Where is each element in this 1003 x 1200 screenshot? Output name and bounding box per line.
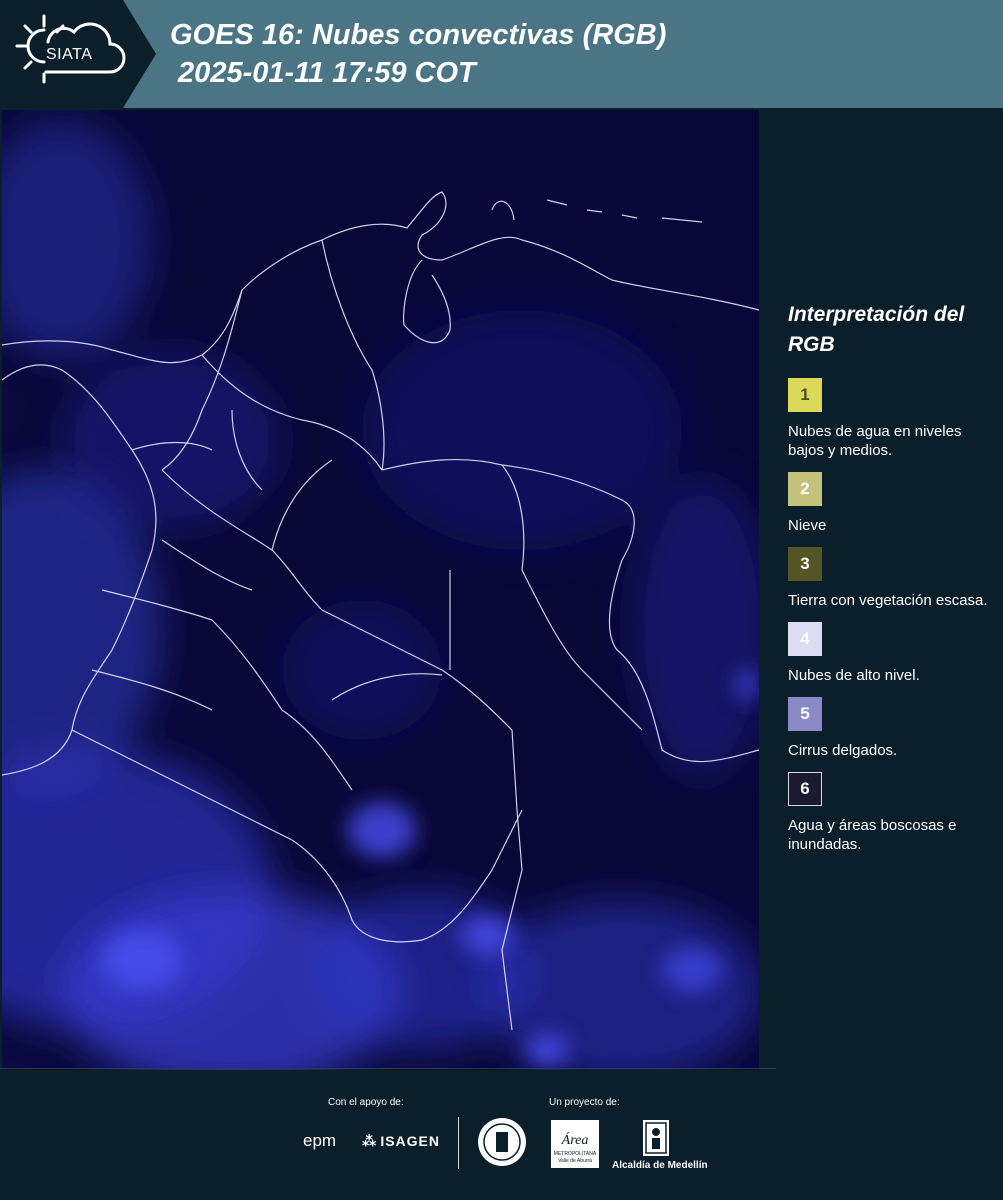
- legend-list: 1 Nubes de agua en niveles bajos y medios…: [788, 378, 988, 854]
- legend-label: Agua y áreas boscosas e inundadas.: [788, 817, 957, 853]
- area-logo-word: Área: [561, 1131, 589, 1148]
- legend-item: 5 Cirrus delgados.: [788, 697, 988, 760]
- area-metropolitana-mark: Área METROPOLITANA Valle de Aburrá: [554, 1131, 597, 1164]
- footer-divider: [458, 1117, 459, 1169]
- project-label: Un proyecto de:: [549, 1097, 620, 1108]
- logo-text: SIATA: [46, 46, 93, 63]
- legend-item: 2 Nieve: [788, 472, 988, 535]
- alcaldia-crest: [645, 1122, 667, 1154]
- legend-label: Nubes de agua en niveles bajos y medios.: [788, 423, 962, 459]
- legend-item: 3 Tierra con vegetación escasa.: [788, 547, 988, 610]
- area-logo-sub1: METROPOLITANA: [554, 1151, 597, 1157]
- cloud-cover: [2, 120, 759, 1070]
- satellite-map: [2, 110, 759, 1070]
- area-logo-sub2: Valle de Aburrá: [558, 1158, 592, 1164]
- legend-swatch: 6: [788, 772, 822, 806]
- legend-item: 1 Nubes de agua en niveles bajos y medios…: [788, 378, 988, 460]
- isagen-label: ISAGEN: [380, 1133, 441, 1149]
- area-metropolitana-logo: Área METROPOLITANA Valle de Aburrá: [551, 1120, 599, 1168]
- medellin-seal-icon: [478, 1118, 526, 1166]
- footer-separator: [0, 1068, 776, 1069]
- legend-label: Nieve: [788, 517, 827, 534]
- legend-label: Cirrus delgados.: [788, 742, 898, 759]
- support-label: Con el apoyo de:: [328, 1097, 404, 1108]
- legend-label: Nubes de alto nivel.: [788, 667, 920, 684]
- legend-swatch: 2: [788, 472, 822, 506]
- page-title: GOES 16: Nubes convectivas (RGB) 2025-01…: [170, 19, 667, 89]
- map-image: [2, 120, 759, 1070]
- alcaldia-shield-icon: [643, 1120, 669, 1156]
- legend-item: 6 Agua y áreas boscosas e inundadas.: [788, 772, 988, 854]
- legend-swatch: 4: [788, 622, 822, 656]
- legend-panel: Interpretación del RGB 1 Nubes de agua en…: [788, 300, 988, 866]
- legend-title: Interpretación del RGB: [788, 303, 965, 356]
- epm-logo: epm: [303, 1131, 337, 1150]
- legend-item: 4 Nubes de alto nivel.: [788, 622, 988, 685]
- legend-swatch: 3: [788, 547, 822, 581]
- siata-logo: SIATA: [0, 0, 156, 108]
- isagen-icon: ⁂: [362, 1133, 378, 1149]
- isagen-logo: ⁂ ISAGEN: [362, 1133, 440, 1150]
- alcaldia-label: Alcaldía de Medellín: [612, 1160, 708, 1171]
- legend-swatch: 1: [788, 378, 822, 412]
- legend-label: Tierra con vegetación escasa.: [788, 592, 988, 609]
- legend-swatch: 5: [788, 697, 822, 731]
- header-bar: SIATA GOES 16: Nubes convectivas (RGB) 2…: [0, 0, 1003, 108]
- seal-graphic: [483, 1123, 521, 1161]
